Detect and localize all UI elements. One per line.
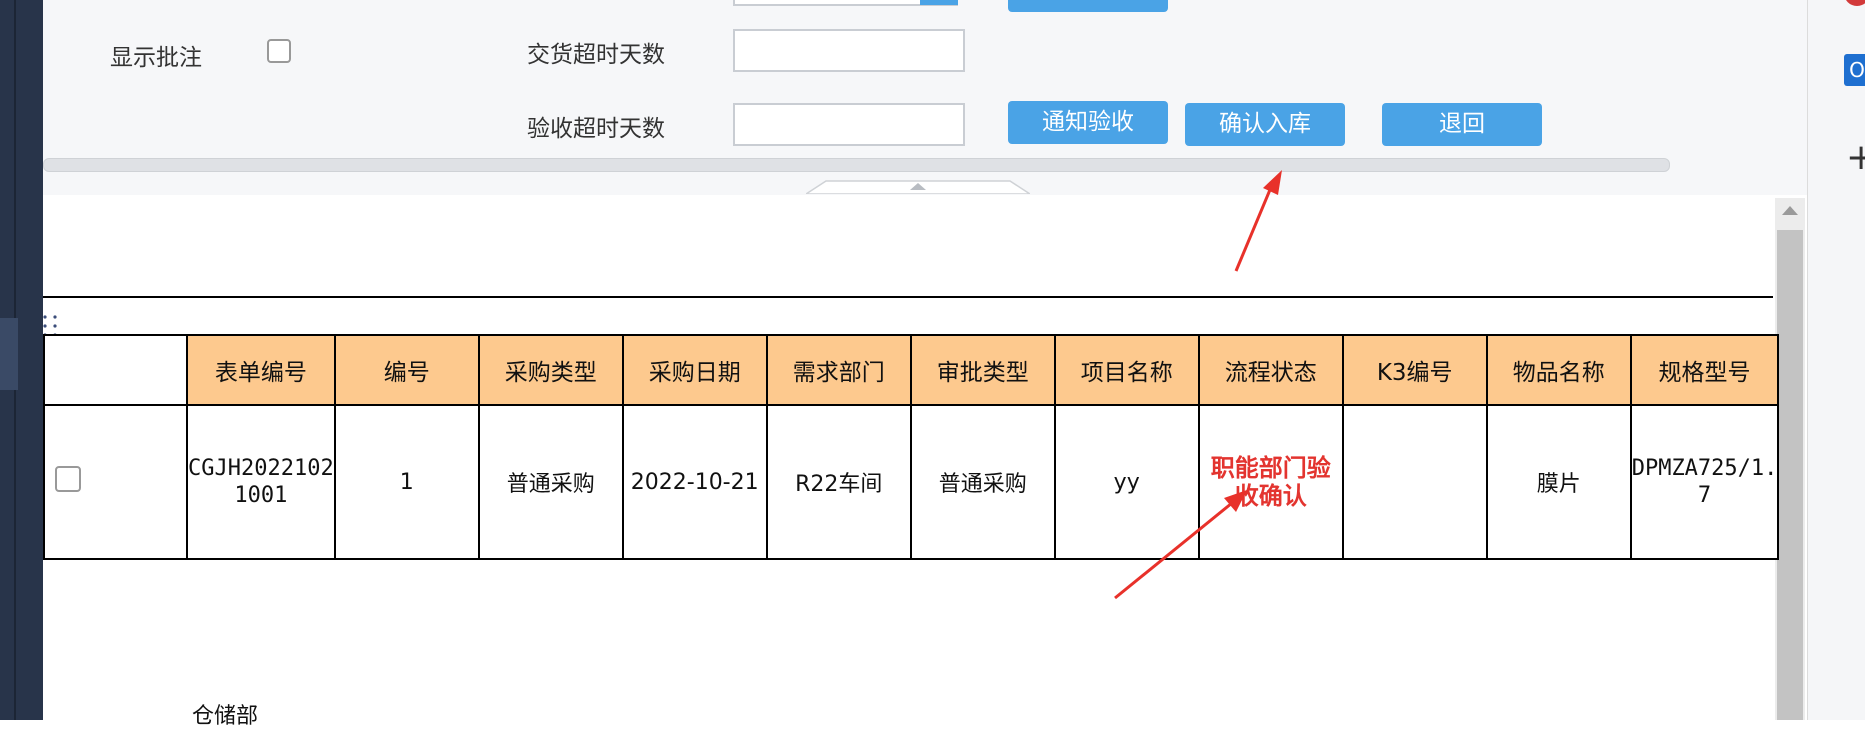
- browser-right-sidebar: O +: [1807, 0, 1865, 720]
- plus-icon[interactable]: +: [1846, 140, 1865, 176]
- acceptance-overdue-input[interactable]: [733, 103, 965, 146]
- column-header[interactable]: 项目名称: [1053, 334, 1200, 406]
- form-number-cell: CGJH2022102 1001: [186, 404, 336, 560]
- show-comments-checkbox[interactable]: [267, 39, 291, 63]
- outlook-icon[interactable]: O: [1844, 54, 1865, 86]
- column-header[interactable]: 采购日期: [621, 334, 768, 406]
- process-status-cell: 职能部门验 收确认: [1197, 404, 1344, 560]
- column-header[interactable]: 表单编号: [186, 334, 336, 406]
- delivery-overdue-label: 交货超时天数: [527, 42, 665, 68]
- number-cell: 1: [333, 404, 480, 560]
- column-header[interactable]: 需求部门: [765, 334, 912, 406]
- notification-icon[interactable]: [1844, 0, 1865, 6]
- notify-acceptance-button[interactable]: 通知验收: [1008, 101, 1168, 144]
- partial-query-button[interactable]: [1008, 0, 1168, 12]
- table-header-row: 表单编号 编号 采购类型 采购日期 需求部门 审批类型 项目名称 流程状态 K3…: [43, 334, 1780, 406]
- column-header[interactable]: 物品名称: [1485, 334, 1632, 406]
- purchase-date-cell: 2022-10-21: [621, 404, 768, 560]
- row-checkbox[interactable]: [55, 466, 81, 492]
- partial-top-dropdown[interactable]: [920, 0, 958, 5]
- column-header[interactable]: 审批类型: [909, 334, 1056, 406]
- table-top-border: [43, 296, 1773, 298]
- purchase-type-cell: 普通采购: [477, 404, 624, 560]
- scroll-up-arrow-icon[interactable]: [1782, 206, 1798, 215]
- k3-number-cell: [1341, 404, 1488, 560]
- column-header[interactable]: 采购类型: [477, 334, 624, 406]
- row-select-cell[interactable]: [43, 404, 188, 560]
- process-status-text: 职能部门验 收确认: [1210, 454, 1331, 510]
- confirm-inbound-button[interactable]: 确认入库: [1185, 103, 1345, 146]
- item-name-cell: 膜片: [1485, 404, 1632, 560]
- column-header[interactable]: 编号: [333, 334, 480, 406]
- project-name-cell: yy: [1053, 404, 1200, 560]
- column-header[interactable]: 规格型号: [1629, 334, 1780, 406]
- left-window-edge: [0, 0, 43, 720]
- header-select-cell: [43, 334, 188, 406]
- acceptance-overdue-label: 验收超时天数: [527, 116, 665, 142]
- show-comments-label: 显示批注: [110, 45, 202, 71]
- column-header[interactable]: 流程状态: [1197, 334, 1344, 406]
- collapse-panel-handle[interactable]: [806, 180, 1030, 194]
- approval-type-cell: 普通采购: [909, 404, 1056, 560]
- warehouse-label: 仓储部: [192, 704, 259, 729]
- column-header[interactable]: K3编号: [1341, 334, 1488, 406]
- return-button[interactable]: 退回: [1382, 103, 1542, 146]
- table-row[interactable]: CGJH2022102 1001 1 普通采购 2022-10-21 R22车间…: [43, 404, 1780, 560]
- spec-model-cell: DPMZA725/1. 7: [1629, 404, 1780, 560]
- vertical-scrollbar[interactable]: [1775, 198, 1805, 720]
- arrow-to-confirm-button: [1234, 184, 1274, 272]
- purchase-table: 表单编号 编号 采购类型 采购日期 需求部门 审批类型 项目名称 流程状态 K3…: [43, 334, 1780, 560]
- department-cell: R22车间: [765, 404, 912, 560]
- scrollbar-thumb[interactable]: [1777, 230, 1803, 720]
- panel-horizontal-scrollbar[interactable]: [43, 158, 1670, 172]
- delivery-overdue-input[interactable]: [733, 29, 965, 72]
